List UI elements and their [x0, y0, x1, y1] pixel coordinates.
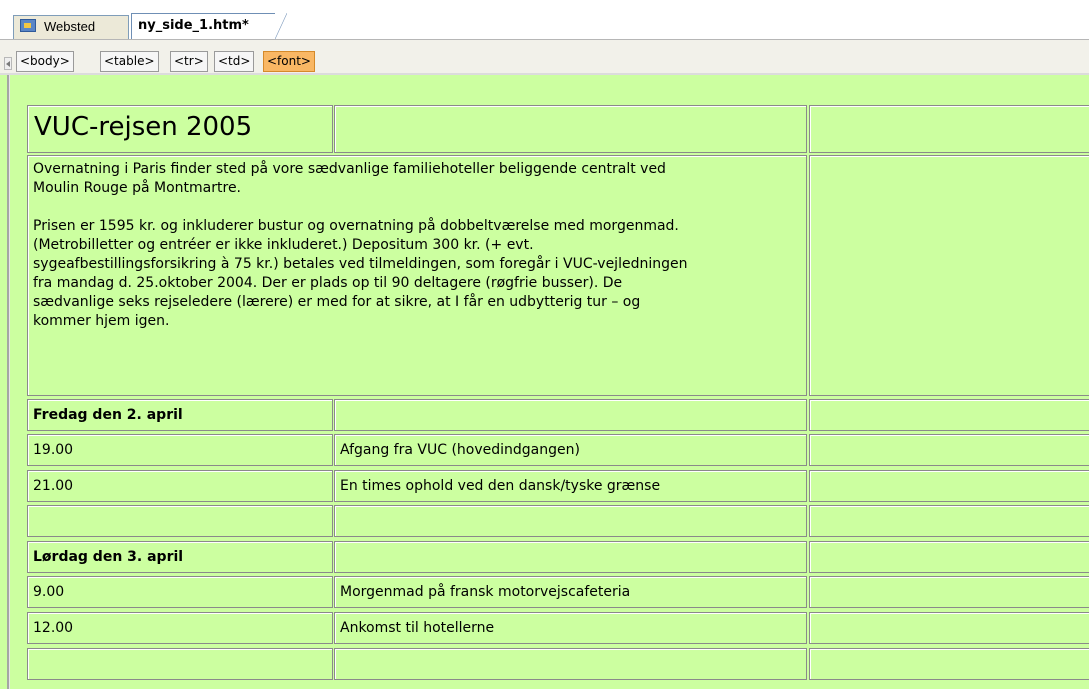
intro-line: (Metrobilletter og entréer er ikke inklu… [33, 237, 534, 253]
intro-line: sygeafbestillingsforsikring à 75 kr.) be… [33, 256, 688, 272]
intro-line: Prisen er 1595 kr. og inkluderer bustur … [33, 218, 679, 234]
intro-line: Overnatning i Paris finder sted på vore … [33, 161, 666, 177]
intro-line: sædvanlige seks rejseledere (lærere) er … [33, 294, 641, 310]
table-cell-empty[interactable] [334, 541, 807, 573]
activity-text: Morgenmad på fransk motorvejscafeteria [340, 584, 631, 600]
table-cell-empty[interactable] [334, 648, 807, 680]
tag-td[interactable]: <td> [214, 51, 255, 72]
table-cell-empty[interactable] [809, 434, 1089, 466]
table-cell-empty[interactable] [27, 505, 333, 537]
table-cell-empty[interactable] [809, 612, 1089, 644]
time-text: 12.00 [33, 620, 74, 636]
tag-font[interactable]: <font> [263, 51, 315, 72]
tab-page-file[interactable]: ny_side_1.htm* [131, 13, 287, 40]
design-view-canvas[interactable]: VUC-rejsen 2005 Overnatning i Paris find… [0, 75, 1089, 689]
tag-table[interactable]: <table> [100, 51, 159, 72]
tab-page-label: ny_side_1.htm* [138, 18, 249, 33]
activity-text: Ankomst til hotellerne [340, 620, 495, 636]
table-cell-empty[interactable] [809, 576, 1089, 608]
day-heading: Lørdag den 3. april [33, 549, 184, 565]
table-cell-empty[interactable] [809, 505, 1089, 537]
quick-tag-selector [0, 40, 1089, 73]
table-cell-empty[interactable] [809, 541, 1089, 573]
time-text: 19.00 [33, 442, 74, 458]
time-text: 21.00 [33, 478, 74, 494]
intro-line: kommer hjem igen. [33, 313, 170, 329]
table-cell-empty[interactable] [27, 648, 333, 680]
table-cell-empty[interactable] [809, 470, 1089, 502]
page-title: VUC-rejsen 2005 [34, 112, 253, 142]
table-cell-empty[interactable] [334, 505, 807, 537]
scroll-left-arrow-icon[interactable] [4, 57, 12, 70]
tab-websted[interactable]: Websted [13, 15, 129, 39]
canvas-left-highlight [9, 75, 10, 689]
table-cell-empty[interactable] [809, 648, 1089, 680]
website-icon [20, 19, 36, 32]
activity-text: Afgang fra VUC (hovedindgangen) [340, 442, 580, 458]
tag-body[interactable]: <body> [16, 51, 74, 72]
table-cell-empty[interactable] [334, 399, 807, 431]
tab-websted-label: Websted [44, 19, 96, 34]
time-text: 9.00 [33, 584, 65, 600]
table-cell-empty[interactable] [809, 155, 1089, 396]
table-cell-empty[interactable] [809, 399, 1089, 431]
intro-line: fra mandag d. 25.oktober 2004. Der er pl… [33, 275, 623, 291]
table-cell-empty[interactable] [334, 105, 807, 153]
document-tab-bar: Websted ny_side_1.htm* [0, 0, 1089, 40]
tag-tr[interactable]: <tr> [170, 51, 208, 72]
day-heading: Fredag den 2. april [33, 407, 183, 423]
activity-text: En times ophold ved den dansk/tyske græn… [340, 478, 661, 494]
table-cell-empty[interactable] [809, 105, 1089, 153]
intro-line: Moulin Rouge på Montmartre. [33, 180, 242, 196]
table-cell-time[interactable] [27, 576, 333, 608]
